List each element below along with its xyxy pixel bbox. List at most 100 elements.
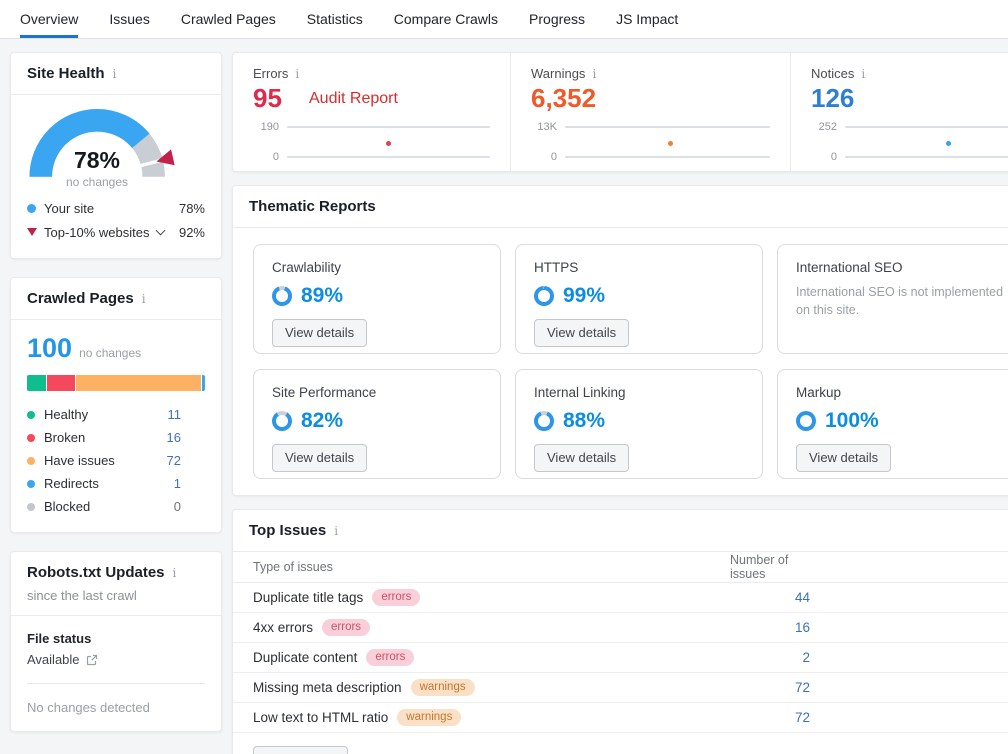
notices-value[interactable]: 126 <box>811 84 1008 114</box>
info-icon[interactable] <box>334 524 338 538</box>
site-health-score: 78% <box>66 147 128 174</box>
errors-badge: errors <box>366 649 414 666</box>
errors-data-point <box>386 141 391 146</box>
top10-label: Top-10% websites <box>44 225 150 240</box>
robots-title: Robots.txt Updates <box>27 564 165 581</box>
thematic-card-site-performance: Site Performance 82% View details <box>253 369 501 479</box>
crawled-change: no changes <box>79 346 141 360</box>
tab-js-impact[interactable]: JS Impact <box>616 0 678 38</box>
external-link-icon <box>86 654 98 666</box>
view-details-button[interactable]: View details <box>534 444 629 472</box>
col-number-of-issues: Number of issues <box>730 553 812 581</box>
top-issues-card: Top Issues Type of issues Number of issu… <box>232 509 1008 754</box>
progress-ring-icon <box>534 411 554 431</box>
red-dot-icon <box>27 434 35 442</box>
warnings-column: Warnings 6,352 13K 0 <box>510 53 790 171</box>
issue-count-link[interactable]: 72 <box>730 710 810 725</box>
crawled-pages-title: Crawled Pages <box>27 290 134 307</box>
crawled-pages-header: Crawled Pages <box>11 278 221 320</box>
issue-label: Missing meta description <box>253 680 402 695</box>
file-status-link[interactable]: Available <box>27 652 205 667</box>
thematic-card-crawlability: Crawlability 89% View details <box>253 244 501 354</box>
top-issues-column-headers: Type of issues Number of issues <box>233 552 1008 583</box>
progress-ring-icon <box>272 286 292 306</box>
chevron-down-icon[interactable] <box>155 226 165 236</box>
gridline <box>845 156 1008 158</box>
issue-label: Duplicate content <box>253 650 357 665</box>
issue-row: Duplicate title tags errors 44 <box>233 583 1008 613</box>
errors-column: Errors 95 Audit Report 190 0 <box>233 53 510 171</box>
view-details-button[interactable]: View details <box>272 319 367 347</box>
issue-count-link[interactable]: 2 <box>730 650 810 665</box>
tab-overview[interactable]: Overview <box>20 0 78 38</box>
view-details-button[interactable]: View details <box>534 319 629 347</box>
info-icon[interactable] <box>113 67 117 81</box>
crawled-stacked-bar <box>27 375 205 391</box>
warnings-value[interactable]: 6,352 <box>531 84 770 114</box>
tab-compare-crawls[interactable]: Compare Crawls <box>394 0 498 38</box>
thematic-card-https: HTTPS 99% View details <box>515 244 763 354</box>
thematic-card-markup: Markup 100% View details <box>777 369 1008 479</box>
thematic-card-title: International SEO <box>796 260 1006 275</box>
site-audit-overview-page: Overview Issues Crawled Pages Statistics… <box>0 0 1008 754</box>
tab-statistics[interactable]: Statistics <box>307 0 363 38</box>
tab-crawled-pages[interactable]: Crawled Pages <box>181 0 276 38</box>
thematic-score: 89% <box>301 284 343 308</box>
sidebar: Site Health 78% no changes Your s <box>10 52 222 732</box>
audit-report-annotation: Audit Report <box>309 90 398 108</box>
view-details-button[interactable]: View details <box>796 444 891 472</box>
triangle-down-icon <box>27 228 37 236</box>
notices-column: Notices 126 252 0 <box>790 53 1008 171</box>
y-axis-min: 0 <box>811 151 837 163</box>
y-axis-max: 13K <box>531 121 557 133</box>
top-issues-title: Top Issues <box>249 522 326 539</box>
legend-label: Broken <box>44 430 85 445</box>
tab-issues[interactable]: Issues <box>109 0 149 38</box>
view-details-button[interactable]: View details <box>253 746 348 754</box>
issue-count-link[interactable]: 16 <box>730 620 810 635</box>
gray-dot-icon <box>27 503 35 511</box>
issue-count-link[interactable]: 72 <box>730 680 810 695</box>
green-dot-icon <box>27 411 35 419</box>
gridline <box>287 126 490 128</box>
site-health-change: no changes <box>66 175 128 189</box>
bar-segment-healthy <box>27 375 46 391</box>
info-icon[interactable] <box>295 67 299 81</box>
progress-ring-icon <box>796 411 816 431</box>
top-issues-header: Top Issues <box>233 510 1008 552</box>
file-status-label: File status <box>27 631 205 646</box>
issue-row: Low text to HTML ratio warnings 72 <box>233 703 1008 733</box>
notices-data-point <box>946 141 951 146</box>
file-status-value: Available <box>27 652 80 667</box>
thematic-score: 99% <box>563 284 605 308</box>
info-icon[interactable] <box>173 566 177 580</box>
legend-label: Redirects <box>44 476 99 491</box>
issue-label: Low text to HTML ratio <box>253 710 388 725</box>
errors-badge: errors <box>322 619 370 636</box>
progress-ring-icon <box>534 286 554 306</box>
warnings-badge: warnings <box>411 679 475 696</box>
issue-label: Duplicate title tags <box>253 590 363 605</box>
info-icon[interactable] <box>592 67 596 81</box>
issue-count-link[interactable]: 44 <box>730 590 810 605</box>
thematic-score: 100% <box>825 409 879 433</box>
thematic-grid: Crawlability 89% View details HTTPS 99% … <box>253 244 1008 479</box>
site-health-header: Site Health <box>11 53 221 95</box>
errors-label: Errors <box>253 66 288 81</box>
legend-row-broken: Broken 16 <box>27 426 205 449</box>
legend-count-link[interactable]: 72 <box>167 453 181 468</box>
col-type-of-issues: Type of issues <box>253 560 333 574</box>
legend-top10-websites[interactable]: Top-10% websites 92% <box>27 220 205 244</box>
legend-count-link[interactable]: 11 <box>168 407 182 422</box>
legend-count-link[interactable]: 1 <box>174 476 181 491</box>
info-icon[interactable] <box>142 292 146 306</box>
robots-body: File status Available <box>11 616 221 667</box>
info-icon[interactable] <box>861 67 865 81</box>
view-details-button[interactable]: View details <box>272 444 367 472</box>
legend-label: Blocked <box>44 499 90 514</box>
legend-row-have-issues: Have issues 72 <box>27 449 205 472</box>
legend-count-link[interactable]: 16 <box>167 430 181 445</box>
gridline <box>287 156 490 158</box>
tab-progress[interactable]: Progress <box>529 0 585 38</box>
top-nav: Overview Issues Crawled Pages Statistics… <box>0 0 1008 39</box>
